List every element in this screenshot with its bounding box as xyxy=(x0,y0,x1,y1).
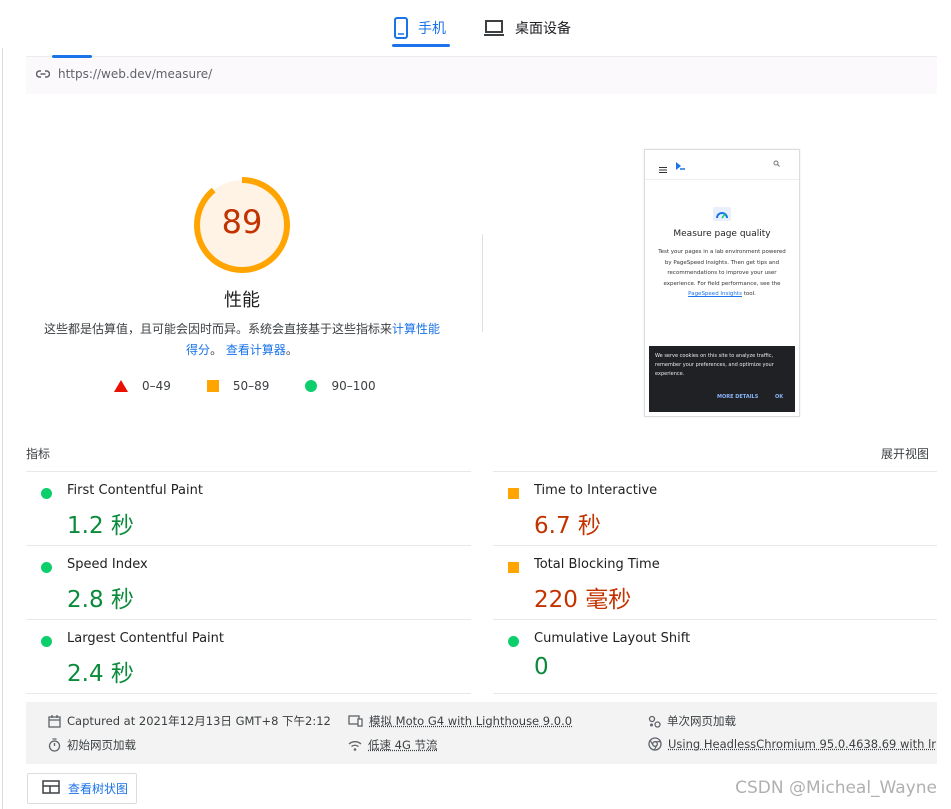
triangle-icon xyxy=(114,380,128,392)
thumb-header xyxy=(645,150,799,180)
metric-lcp: Largest Contentful Paint 2.4 秒 xyxy=(26,619,471,694)
legend-average: 50–89 xyxy=(206,379,270,393)
metric-value: 220 毫秒 xyxy=(534,587,632,613)
metric-name: Time to Interactive xyxy=(534,483,658,498)
device-tabs: 手机 桌面设备 xyxy=(0,0,951,50)
metric-value: 2.8 秒 xyxy=(67,587,134,613)
url-bar-accent xyxy=(52,55,92,58)
legend-average-label: 50–89 xyxy=(232,379,270,393)
metric-value: 0 xyxy=(534,654,549,680)
square-icon xyxy=(206,380,219,392)
score-title: 性能 xyxy=(224,290,260,311)
cookie-ok: OK xyxy=(775,394,784,400)
score-description: 这些都是估算值，且可能会因时而异。系统会直接基于这些指标来计算性能得分。 查看计… xyxy=(40,319,444,361)
browser-version: Using HeadlessChromium 95.0.4638.69 with… xyxy=(648,737,936,751)
cookie-banner: We serve cookies on this site to analyze… xyxy=(649,346,795,412)
calendar-icon xyxy=(48,714,61,728)
left-border xyxy=(2,48,3,809)
description-separator: 。 xyxy=(210,343,223,357)
wifi-icon xyxy=(348,740,362,751)
pass-circle-icon xyxy=(41,636,52,647)
active-tab-indicator xyxy=(392,44,450,47)
legend-fail: 0–49 xyxy=(114,379,171,393)
pass-circle-icon xyxy=(508,636,519,647)
average-square-icon xyxy=(508,488,519,499)
metric-name: First Contentful Paint xyxy=(67,483,203,498)
devices-icon xyxy=(348,715,363,727)
single-session: 单次网页加载 xyxy=(648,713,736,729)
view-calculator-link[interactable]: 查看计算器 xyxy=(226,343,286,357)
metric-name: Cumulative Layout Shift xyxy=(534,631,691,646)
metric-value: 2.4 秒 xyxy=(67,661,134,687)
page-url[interactable]: https://web.dev/measure/ xyxy=(58,67,212,81)
thumb-psi-link: PageSpeed Insights xyxy=(688,291,742,297)
pass-circle-icon xyxy=(41,562,52,573)
cookie-text: We serve cookies on this site to analyze… xyxy=(655,353,774,377)
emulated-device: 模拟 Moto G4 with Lighthouse 9.0.0 xyxy=(348,713,572,729)
description-end: 。 xyxy=(285,343,298,357)
metric-name: Total Blocking Time xyxy=(534,557,660,572)
treemap-icon xyxy=(42,780,60,797)
metric-tti: Time to Interactive 6.7 秒 xyxy=(493,471,937,545)
pass-circle-icon xyxy=(41,488,52,499)
menu-icon xyxy=(659,162,667,176)
thumb-body: Test your pages in a lab environment pow… xyxy=(657,247,787,300)
final-screenshot[interactable]: Measure page quality Test your pages in … xyxy=(644,149,800,417)
tab-desktop-label: 桌面设备 xyxy=(515,21,571,37)
metrics-header: 指标 xyxy=(26,447,51,461)
legend-pass: 90–100 xyxy=(305,379,376,393)
metric-name: Largest Contentful Paint xyxy=(67,631,225,646)
gauge-badge-icon xyxy=(713,207,731,221)
laptop-icon xyxy=(483,19,505,37)
thumb-title: Measure page quality xyxy=(673,229,771,239)
session-text: 单次网页加载 xyxy=(667,714,736,728)
session-icon xyxy=(648,715,661,728)
url-bar: https://web.dev/measure/ xyxy=(26,55,937,94)
thumb-body-text: Test your pages in a lab environment pow… xyxy=(658,249,786,287)
initial-load: 初始网页加载 xyxy=(48,737,136,753)
view-treemap-button[interactable]: 查看树状图 xyxy=(27,773,137,804)
expand-view-toggle[interactable]: 展开视图 xyxy=(881,445,929,462)
metric-si: Speed Index 2.8 秒 xyxy=(26,545,471,619)
metric-cls: Cumulative Layout Shift 0 xyxy=(493,619,937,694)
captured-at: Captured at 2021年12月13日 GMT+8 下午2:12 xyxy=(48,713,331,729)
metric-fcp: First Contentful Paint 1.2 秒 xyxy=(26,471,471,545)
initial-load-text: 初始网页加载 xyxy=(67,738,136,752)
metric-tbt: Total Blocking Time 220 毫秒 xyxy=(493,545,937,619)
description-text: 这些都是估算值，且可能会因时而异。系统会直接基于这些指标来 xyxy=(43,322,392,336)
device-text[interactable]: 模拟 Moto G4 with Lighthouse 9.0.0 xyxy=(369,713,572,729)
web-dev-logo-icon xyxy=(675,160,685,174)
phone-icon xyxy=(394,17,408,39)
average-square-icon xyxy=(508,562,519,573)
network-throttling: 低速 4G 节流 xyxy=(348,737,438,753)
thumb-body-end: tool. xyxy=(743,291,756,297)
tab-mobile[interactable]: 手机 xyxy=(394,8,446,48)
score-value: 89 xyxy=(221,203,263,241)
run-info: Captured at 2021年12月13日 GMT+8 下午2:12 初始网… xyxy=(26,702,937,764)
chrome-icon xyxy=(648,737,662,751)
circle-icon xyxy=(305,380,318,392)
view-treemap-label: 查看树状图 xyxy=(68,782,129,796)
throttle-text[interactable]: 低速 4G 节流 xyxy=(368,737,438,753)
metric-value: 6.7 秒 xyxy=(534,513,601,539)
vertical-divider xyxy=(482,234,483,332)
metric-name: Speed Index xyxy=(67,557,148,572)
metric-value: 1.2 秒 xyxy=(67,513,134,539)
browser-text[interactable]: Using HeadlessChromium 95.0.4638.69 with… xyxy=(668,737,936,751)
captured-text: Captured at 2021年12月13日 GMT+8 下午2:12 xyxy=(67,714,331,728)
cookie-more-details: MORE DETAILS xyxy=(717,394,759,400)
legend-pass-label: 90–100 xyxy=(331,379,376,393)
link-icon xyxy=(35,68,51,82)
timer-icon xyxy=(48,738,61,752)
watermark: CSDN @Micheal_Wayne xyxy=(735,778,937,798)
tab-mobile-label: 手机 xyxy=(418,21,446,37)
tab-desktop[interactable]: 桌面设备 xyxy=(483,8,571,48)
score-legend: 0–49 50–89 90–100 xyxy=(114,377,412,395)
legend-fail-label: 0–49 xyxy=(142,379,171,393)
search-icon xyxy=(773,160,780,169)
